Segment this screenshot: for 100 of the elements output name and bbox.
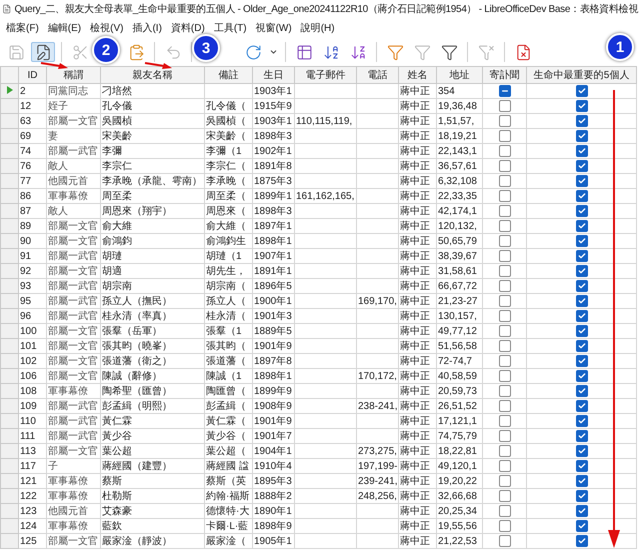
checkbox[interactable]	[498, 310, 510, 322]
menu-item[interactable]: 資料(D)	[170, 21, 205, 35]
row-header[interactable]	[0, 84, 18, 98]
checkbox[interactable]	[576, 130, 588, 142]
checkbox[interactable]	[576, 505, 588, 517]
checkbox[interactable]	[576, 400, 588, 412]
checkbox[interactable]	[498, 220, 510, 232]
table-cell: 蔣中正	[400, 356, 430, 367]
table-cell: 96	[20, 310, 32, 322]
checkbox[interactable]	[576, 415, 588, 427]
menu-item[interactable]: 檢視(V)	[90, 21, 124, 35]
checkbox[interactable]	[498, 265, 510, 277]
checkbox[interactable]	[576, 205, 588, 217]
checkbox[interactable]	[576, 385, 588, 397]
table-cell: 1901年9	[254, 341, 292, 352]
table-cell: 蔣中正	[400, 86, 430, 97]
table-cell: 93	[20, 280, 32, 292]
checkbox[interactable]	[576, 115, 588, 127]
column-header[interactable]: ID	[18, 66, 46, 84]
checkbox[interactable]	[498, 85, 510, 97]
checkbox[interactable]	[498, 250, 510, 262]
checkbox[interactable]	[576, 310, 588, 322]
checkbox[interactable]	[498, 160, 510, 172]
table-cell: 1898年9	[254, 521, 292, 532]
checkbox[interactable]	[498, 520, 510, 532]
checkbox[interactable]	[576, 445, 588, 457]
checkbox[interactable]	[576, 475, 588, 487]
column-header[interactable]: 姓名	[398, 66, 436, 84]
checkbox[interactable]	[576, 280, 588, 292]
column-header[interactable]: 備註	[204, 66, 252, 84]
checkbox[interactable]	[498, 355, 510, 367]
checkbox[interactable]	[576, 490, 588, 502]
table-cell: 21,23-27	[438, 296, 478, 306]
menu-item[interactable]: 視窗(W)	[256, 21, 292, 35]
checkbox[interactable]	[576, 265, 588, 277]
checkbox[interactable]	[576, 160, 588, 172]
checkbox[interactable]	[576, 85, 588, 97]
checkbox[interactable]	[498, 235, 510, 247]
checkbox[interactable]	[498, 415, 510, 427]
checkbox[interactable]	[498, 190, 510, 202]
table-cell: 陶希聖（匯曾）	[102, 386, 172, 397]
checkbox[interactable]	[498, 130, 510, 142]
column-header[interactable]: 生日	[252, 66, 294, 84]
checkbox[interactable]	[498, 535, 510, 547]
table-cell: 吳國楨	[102, 116, 132, 127]
column-header[interactable]: 寄訃聞	[482, 66, 526, 84]
menu-item[interactable]: 插入(I)	[132, 21, 162, 35]
column-header[interactable]: 生命中最重要的5個人	[526, 66, 636, 84]
menu-item[interactable]: 工具(T)	[214, 21, 247, 35]
checkbox[interactable]	[498, 430, 510, 442]
column-header[interactable]: 地址	[436, 66, 482, 84]
checkbox[interactable]	[498, 295, 510, 307]
checkbox[interactable]	[576, 100, 588, 112]
table-cell: 張其昀（曉峯）	[102, 341, 172, 352]
column-header[interactable]: 親友名稱	[100, 66, 204, 84]
table-cell: 123	[20, 506, 37, 516]
checkbox[interactable]	[576, 430, 588, 442]
checkbox[interactable]	[498, 460, 510, 472]
checkbox[interactable]	[498, 385, 510, 397]
checkbox[interactable]	[576, 295, 588, 307]
checkbox[interactable]	[576, 175, 588, 187]
checkbox[interactable]	[576, 355, 588, 367]
checkbox[interactable]	[498, 340, 510, 352]
checkbox[interactable]	[498, 145, 510, 157]
checkbox[interactable]	[576, 235, 588, 247]
table-cell: 1891年8	[254, 161, 292, 172]
column-header[interactable]: 稱謂	[46, 66, 100, 84]
checkbox[interactable]	[498, 490, 510, 502]
checkbox[interactable]	[498, 505, 510, 517]
checkbox[interactable]	[498, 400, 510, 412]
column-header[interactable]: 電話	[356, 66, 398, 84]
column-header[interactable]: 電子郵件	[294, 66, 356, 84]
checkbox[interactable]	[576, 520, 588, 532]
checkbox[interactable]	[498, 100, 510, 112]
menu-item[interactable]: 說明(H)	[300, 21, 335, 35]
checkbox[interactable]	[576, 190, 588, 202]
table-cell: 111	[20, 430, 36, 442]
checkbox[interactable]	[498, 475, 510, 487]
checkbox[interactable]	[576, 535, 588, 547]
checkbox[interactable]	[576, 460, 588, 472]
checkbox[interactable]	[576, 220, 588, 232]
checkbox[interactable]	[576, 325, 588, 337]
table-cell: 113	[20, 446, 36, 456]
checkbox[interactable]	[576, 145, 588, 157]
checkbox[interactable]	[498, 445, 510, 457]
checkbox[interactable]	[498, 280, 510, 292]
table-cell: 蔣中正	[400, 206, 430, 217]
checkbox[interactable]	[498, 175, 510, 187]
checkbox[interactable]	[498, 115, 510, 127]
menu-item[interactable]: 檔案(F)	[6, 21, 39, 35]
checkbox[interactable]	[498, 325, 510, 337]
checkbox[interactable]	[498, 370, 510, 382]
checkbox[interactable]	[576, 250, 588, 262]
edit-button[interactable]	[31, 42, 55, 62]
table-cell: 桂永清（	[206, 311, 246, 322]
checkbox[interactable]	[576, 370, 588, 382]
menu-item[interactable]: 編輯(E)	[48, 21, 82, 35]
table-cell: 蔣經國 諡	[206, 461, 249, 472]
checkbox[interactable]	[498, 205, 510, 217]
checkbox[interactable]	[576, 340, 588, 352]
